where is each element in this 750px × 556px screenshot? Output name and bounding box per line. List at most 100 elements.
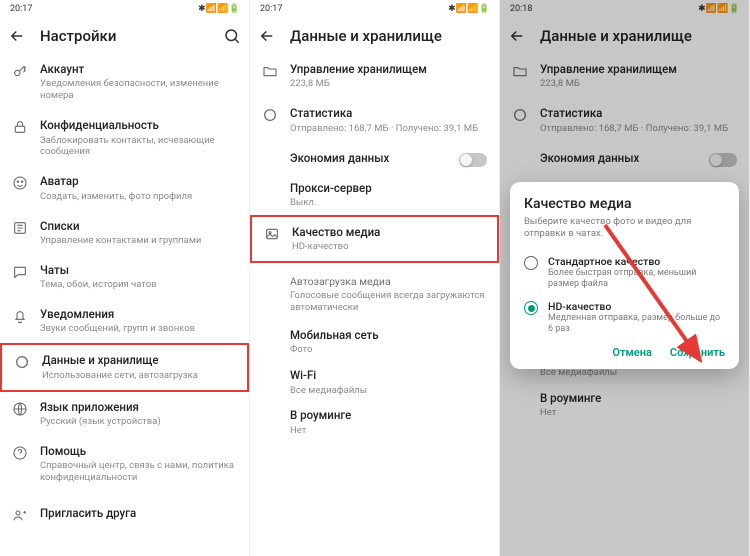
item-label: Аватар — [40, 174, 237, 188]
section-label: Автозагрузка медиа — [290, 275, 487, 288]
option-desc: Медленная отправка, размер больше до 6 р… — [548, 313, 725, 336]
item-label: Уведомления — [40, 307, 237, 321]
item-label: Аккаунт — [40, 62, 237, 76]
item-label: Чаты — [40, 263, 237, 277]
radio-icon[interactable] — [524, 256, 538, 270]
settings-item-notifications[interactable]: Уведомления Звуки сообщений, групп и звон… — [0, 299, 249, 343]
item-desc: Справочный центр, связь с нами, политика… — [40, 460, 237, 484]
item-data-saver[interactable]: Экономия данных — [250, 143, 499, 175]
back-icon[interactable] — [258, 27, 276, 45]
item-label: Язык приложения — [40, 400, 237, 414]
item-desc: Уведомления безопасности, изменение номе… — [40, 78, 237, 102]
item-label: В роуминге — [290, 408, 487, 422]
image-icon — [264, 226, 280, 242]
settings-item-chats[interactable]: Чаты Тема, обои, история чатов — [0, 255, 249, 299]
statusbar: 20:17 ✱ 📶 📶 🔋 — [250, 0, 499, 18]
toolbar: Настройки — [0, 18, 249, 54]
data-saver-toggle[interactable] — [459, 153, 487, 167]
item-desc: Управление контактами и группами — [40, 235, 237, 247]
settings-item-avatar[interactable]: Аватар Создать, изменить, фото профиля — [0, 166, 249, 210]
contacts-icon — [12, 220, 28, 236]
item-desc: Отправлено: 168,7 МБ · Получено: 39,1 МБ — [290, 123, 487, 135]
globe-icon — [12, 401, 28, 417]
settings-item-data[interactable]: Данные и хранилище Использование сети, ав… — [0, 343, 249, 391]
status-icons: ✱ 📶 📶 🔋 — [198, 4, 239, 14]
item-desc: Фото — [290, 344, 487, 356]
item-desc: Русский (язык устройства) — [40, 416, 237, 428]
radio-icon[interactable] — [524, 301, 538, 315]
page-title: Данные и хранилище — [290, 27, 491, 45]
toolbar: Данные и хранилище — [250, 18, 499, 54]
screen-data-storage: 20:17 ✱ 📶 📶 🔋 Данные и хранилище Управле… — [250, 0, 500, 556]
item-label: Конфиденциальность — [40, 118, 237, 132]
item-mobile[interactable]: Мобильная сеть Фото — [250, 322, 499, 362]
settings-item-privacy[interactable]: Конфиденциальность Заблокировать контакты… — [0, 110, 249, 166]
clock: 20:17 — [260, 4, 282, 14]
face-icon — [12, 175, 28, 191]
item-desc: Создать, изменить, фото профиля — [40, 191, 237, 203]
item-desc: 223,8 МБ — [290, 78, 487, 90]
bell-icon — [12, 308, 28, 324]
item-label: Пригласить друга — [40, 506, 237, 520]
item-desc: HD-качество — [292, 241, 485, 253]
page-title: Настройки — [40, 27, 209, 45]
cancel-button[interactable]: Отмена — [612, 346, 652, 359]
item-label: Мобильная сеть — [290, 328, 487, 342]
quality-dialog: Качество медиа Выберите качество фото и … — [510, 182, 739, 369]
option-label: HD-качество — [548, 300, 725, 313]
item-label: Списки — [40, 219, 237, 233]
item-label: Помощь — [40, 444, 237, 458]
item-desc: Заблокировать контакты, исчезающие сообщ… — [40, 135, 237, 159]
item-wifi[interactable]: Wi-Fi Все медиафайлы — [250, 362, 499, 402]
section-autodl: Автозагрузка медиа Голосовые сообщения вс… — [250, 263, 499, 322]
item-stats[interactable]: Статистика Отправлено: 168,7 МБ · Получен… — [250, 98, 499, 142]
screen-settings: 20:17 ✱ 📶 📶 🔋 Настройки Аккаунт Уведомлен… — [0, 0, 250, 556]
item-desc: Все медиафайлы — [290, 385, 487, 397]
settings-item-invite[interactable]: Пригласить друга — [0, 492, 249, 531]
folder-icon — [262, 63, 278, 79]
item-label: Данные и хранилище — [42, 353, 235, 367]
option-hd[interactable]: HD-качествоМедленная отправка, размер бо… — [524, 300, 725, 336]
item-desc: Звуки сообщений, групп и звонков — [40, 323, 237, 335]
screen-quality-dialog: 20:18 ✱ 📶 📶 🔋 Данные и хранилище Управле… — [500, 0, 750, 556]
item-proxy[interactable]: Прокси-сервер Выкл. — [250, 175, 499, 215]
item-roaming[interactable]: В роуминге Нет — [250, 402, 499, 442]
settings-item-account[interactable]: Аккаунт Уведомления безопасности, изменен… — [0, 54, 249, 110]
section-desc: Голосовые сообщения всегда загружаются а… — [290, 290, 487, 314]
data-list: Управление хранилищем 223,8 МБ Статистика… — [250, 54, 499, 443]
option-standard[interactable]: Стандартное качествоБолее быстрая отправ… — [524, 255, 725, 291]
data-icon — [262, 107, 278, 123]
item-label: Wi-Fi — [290, 368, 487, 382]
settings-item-lists[interactable]: Списки Управление контактами и группами — [0, 211, 249, 255]
chat-icon — [12, 264, 28, 280]
item-desc: Нет — [290, 425, 487, 437]
item-storage[interactable]: Управление хранилищем 223,8 МБ — [250, 54, 499, 98]
status-icons: ✱ 📶 📶 🔋 — [448, 4, 489, 14]
settings-item-help[interactable]: Помощь Справочный центр, связь с нами, по… — [0, 436, 249, 492]
item-media-quality[interactable]: Качество медиа HD-качество — [250, 215, 499, 263]
dialog-title: Качество медиа — [524, 196, 725, 212]
item-label: Статистика — [290, 106, 487, 120]
option-desc: Более быстрая отправка, меньший размер ф… — [548, 268, 725, 291]
item-desc: Тема, обои, история чатов — [40, 279, 237, 291]
item-label: Экономия данных — [290, 151, 447, 165]
settings-list: Аккаунт Уведомления безопасности, изменен… — [0, 54, 249, 531]
item-label: Прокси-сервер — [290, 181, 487, 195]
option-label: Стандартное качество — [548, 255, 725, 268]
back-icon[interactable] — [8, 27, 26, 45]
settings-item-language[interactable]: Язык приложения Русский (язык устройства) — [0, 392, 249, 436]
search-icon[interactable] — [223, 27, 241, 45]
dialog-subtitle: Выберите качество фото и видео для отпра… — [524, 216, 725, 241]
statusbar: 20:17 ✱ 📶 📶 🔋 — [0, 0, 249, 18]
clock: 20:17 — [10, 4, 32, 14]
item-label: Управление хранилищем — [290, 62, 487, 76]
item-desc: Выкл. — [290, 197, 487, 209]
data-icon — [14, 354, 30, 370]
save-button[interactable]: Сохранить — [670, 346, 725, 359]
item-label: Качество медиа — [292, 225, 485, 239]
help-icon — [12, 445, 28, 461]
key-icon — [12, 63, 28, 79]
people-icon — [12, 507, 28, 523]
item-desc: Использование сети, автозагрузка — [42, 370, 235, 382]
lock-icon — [12, 119, 28, 135]
